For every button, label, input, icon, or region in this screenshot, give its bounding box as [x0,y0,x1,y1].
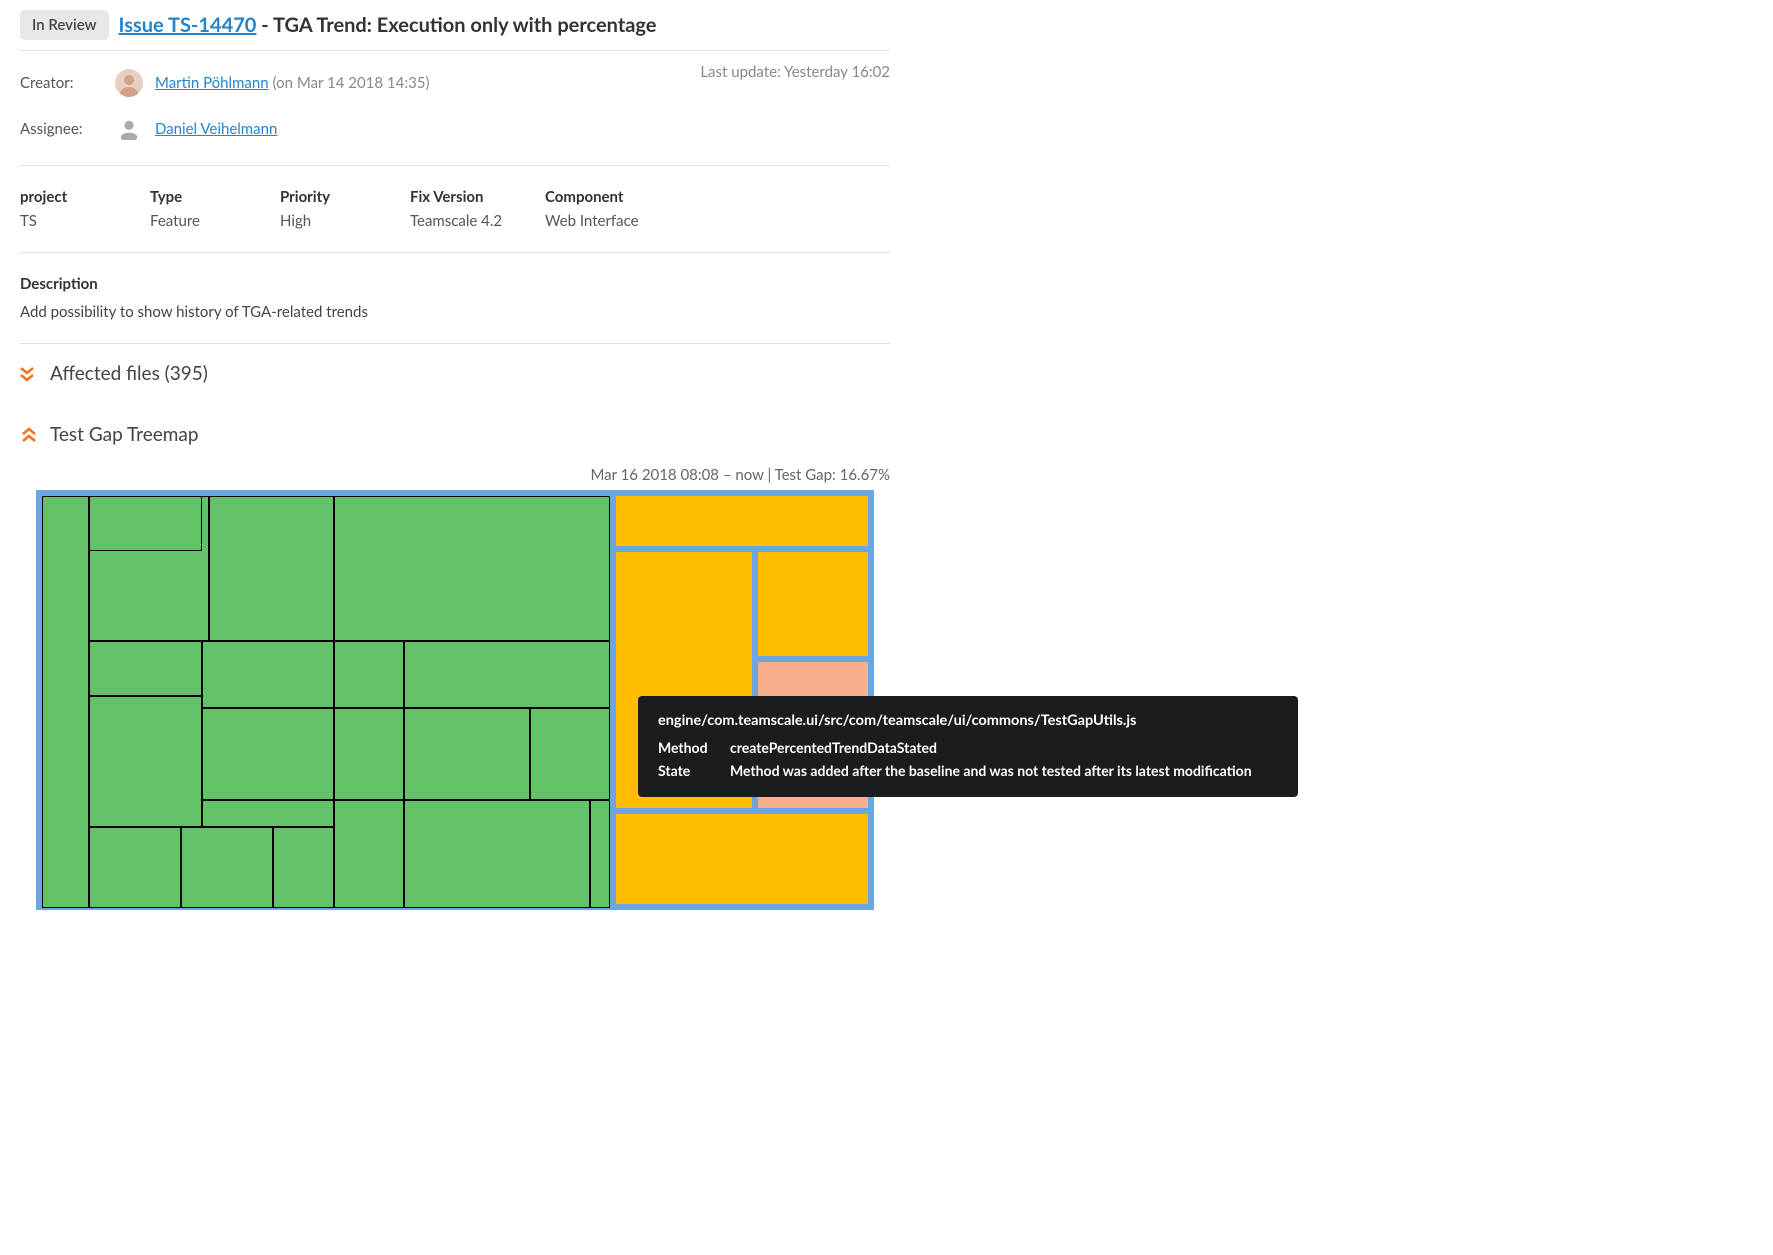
affected-files-label: Affected files (395) [50,362,208,385]
field-type-value: Feature [150,212,260,230]
description-text: Add possibility to show history of TGA-r… [20,303,890,321]
field-project-value: TS [20,212,130,230]
field-fix-version-value: Teamscale 4.2 [410,212,525,230]
treemap-cell[interactable] [334,800,404,908]
last-update: Last update: Yesterday 16:02 [700,63,890,81]
description-label: Description [20,275,890,293]
tooltip-state-label: State [658,762,730,779]
chevron-down-icon [20,366,36,382]
field-fix-version: Fix Version Teamscale 4.2 [410,188,525,230]
treemap-cell[interactable] [209,496,334,641]
field-component-value: Web Interface [545,212,675,230]
treemap-cell[interactable] [404,641,610,708]
test-gap-label: Test Gap Treemap [50,423,199,446]
field-priority: Priority High [280,188,390,230]
treemap-cell[interactable] [614,494,870,548]
treemap-cell[interactable] [334,496,610,641]
treemap-cell[interactable] [334,641,404,708]
treemap-cell[interactable] [404,708,530,800]
issue-title: Issue TS-14470 - TGA Trend: Execution on… [119,13,657,37]
field-priority-value: High [280,212,390,230]
treemap-caption: Mar 16 2018 08:08 – now | Test Gap: 16.6… [20,466,890,484]
description-section: Description Add possibility to show hist… [20,253,890,344]
issue-title-text: TGA Trend: Execution only with percentag… [273,13,656,37]
treemap-cell[interactable] [334,708,404,800]
treemap-cell[interactable] [89,496,202,551]
status-badge: In Review [20,10,109,40]
field-type: Type Feature [150,188,260,230]
field-fix-version-label: Fix Version [410,188,525,206]
tooltip-method-value: createPercentedTrendDataStated [730,739,937,756]
treemap-tooltip: engine/com.teamscale.ui/src/com/teamscal… [638,696,1298,797]
field-priority-label: Priority [280,188,390,206]
chevron-up-icon [20,427,36,443]
treemap-cell[interactable] [42,496,89,908]
field-type-label: Type [150,188,260,206]
assignee-row: Assignee: Daniel Veihelmann [20,115,890,143]
fields-row: project TS Type Feature Priority High Fi… [20,166,890,253]
creator-label: Creator: [20,74,115,92]
creator-avatar[interactable] [115,69,143,97]
treemap-cell[interactable] [614,812,870,906]
issue-id-link[interactable]: Issue TS-14470 [119,13,257,37]
treemap-green-group [40,494,610,906]
issue-header: In Review Issue TS-14470 - TGA Trend: Ex… [20,10,890,51]
treemap-cell[interactable] [404,800,590,908]
treemap-cell[interactable] [202,708,334,800]
field-project: project TS [20,188,130,230]
treemap-cell[interactable] [590,800,610,908]
treemap-cell[interactable] [202,641,334,708]
treemap-cell[interactable] [89,641,202,696]
affected-files-header[interactable]: Affected files (395) [20,344,890,393]
title-separator: - [256,13,273,37]
treemap-cell[interactable] [530,708,610,800]
assignee-link[interactable]: Daniel Veihelmann [155,120,277,138]
test-gap-header[interactable]: Test Gap Treemap [20,393,890,454]
treemap-cell[interactable] [89,696,202,827]
issue-meta: Last update: Yesterday 16:02 Creator: Ma… [20,51,890,166]
tooltip-path: engine/com.teamscale.ui/src/com/teamscal… [658,712,1278,729]
tooltip-state-value: Method was added after the baseline and … [730,762,1252,779]
treemap-cell[interactable] [273,827,334,908]
creator-date: (on Mar 14 2018 14:35) [273,74,430,92]
assignee-label: Assignee: [20,120,115,138]
field-project-label: project [20,188,130,206]
treemap-cell[interactable] [181,827,273,908]
treemap-cell[interactable] [89,827,181,908]
tooltip-method-label: Method [658,739,730,756]
assignee-avatar-placeholder[interactable] [115,115,143,143]
field-component: Component Web Interface [545,188,675,230]
creator-link[interactable]: Martin Pöhlmann [155,74,269,92]
treemap-cell[interactable] [202,800,334,827]
treemap-cell[interactable] [756,550,870,658]
field-component-label: Component [545,188,675,206]
